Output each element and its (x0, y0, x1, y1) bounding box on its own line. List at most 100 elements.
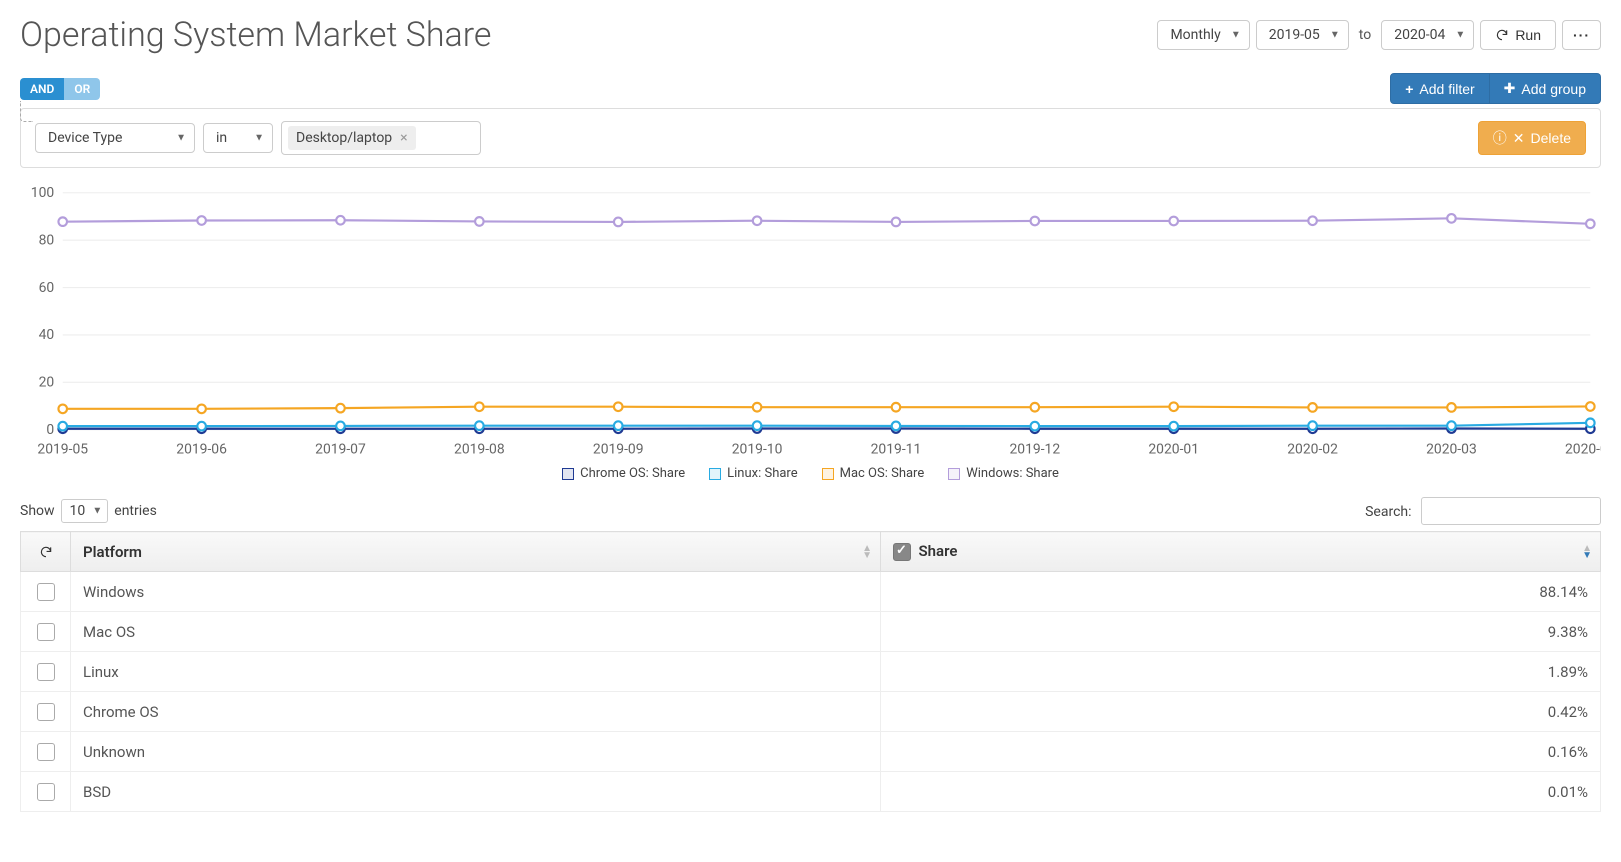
legend-swatch-icon (822, 468, 834, 480)
legend-item[interactable]: Chrome OS: Share (562, 466, 685, 481)
sort-icon: ▲▼ (1582, 545, 1592, 559)
filter-operator-select[interactable]: in ▼ (203, 123, 273, 153)
row-checkbox[interactable] (37, 743, 55, 761)
search-label: Search: (1365, 504, 1411, 520)
date-from-select[interactable]: 2019-05 ▼ (1256, 20, 1349, 50)
svg-text:2020-04: 2020-04 (1565, 441, 1601, 457)
row-checkbox[interactable] (37, 583, 55, 601)
legend-swatch-icon (562, 468, 574, 480)
chevron-down-icon: ▼ (1231, 30, 1241, 41)
add-group-label: Add group (1521, 81, 1586, 97)
share-header-checkbox[interactable] (893, 543, 911, 561)
chart: 0 20 40 60 80 100 2019-05 2019-06 2019-07 2019-08… (20, 182, 1601, 481)
platform-cell: Mac OS (71, 612, 881, 652)
page-size-select[interactable]: 10 ▼ (61, 499, 109, 523)
chevron-down-icon: ▼ (254, 133, 264, 144)
svg-text:2019-11: 2019-11 (871, 441, 922, 457)
svg-text:80: 80 (39, 232, 55, 248)
legend-label: Mac OS: Share (840, 466, 925, 481)
share-cell: 9.38% (881, 612, 1601, 652)
platform-cell: Linux (71, 652, 881, 692)
date-from-value: 2019-05 (1269, 27, 1320, 43)
legend-item[interactable]: Windows: Share (948, 466, 1059, 481)
remove-chip-icon[interactable]: × (400, 130, 407, 146)
refresh-icon (1495, 28, 1509, 42)
page-size-value: 10 (70, 503, 86, 519)
legend-label: Windows: Share (966, 466, 1059, 481)
logic-toggle: AND OR (20, 78, 100, 100)
svg-text:0: 0 (46, 422, 54, 438)
svg-text:2019-06: 2019-06 (176, 441, 227, 457)
filter-dimension-select[interactable]: Device Type ▼ (35, 123, 195, 153)
share-header-label: Share (919, 542, 958, 560)
chevron-down-icon: ▼ (1330, 30, 1340, 41)
table-row: Linux 1.89% (21, 652, 1601, 692)
legend-item[interactable]: Mac OS: Share (822, 466, 925, 481)
add-filter-button[interactable]: + Add filter (1390, 73, 1489, 104)
legend-label: Linux: Share (727, 466, 797, 481)
legend-item[interactable]: Linux: Share (709, 466, 797, 481)
platform-header-label: Platform (83, 543, 142, 561)
row-checkbox[interactable] (37, 783, 55, 801)
delete-label: Delete (1531, 130, 1571, 146)
filter-value-input[interactable]: Desktop/laptop × (281, 121, 481, 155)
filter-chip: Desktop/laptop × (288, 126, 416, 150)
share-column-header[interactable]: Share ▲▼ (881, 532, 1601, 572)
table-row: Unknown 0.16% (21, 732, 1601, 772)
info-icon: ⓘ (1493, 128, 1507, 148)
add-filter-label: Add filter (1419, 81, 1474, 97)
svg-text:2020-02: 2020-02 (1287, 441, 1338, 457)
share-cell: 0.16% (881, 732, 1601, 772)
row-checkbox[interactable] (37, 703, 55, 721)
add-group-button[interactable]: ✚ Add group (1490, 73, 1601, 104)
refresh-column-header[interactable] (21, 532, 71, 572)
svg-text:60: 60 (39, 280, 55, 296)
row-checkbox[interactable] (37, 663, 55, 681)
logic-or-button[interactable]: OR (64, 78, 100, 100)
share-cell: 0.01% (881, 772, 1601, 812)
table-row: Windows 88.14% (21, 572, 1601, 612)
platform-column-header[interactable]: Platform ▲▼ (71, 532, 881, 572)
row-checkbox[interactable] (37, 623, 55, 641)
platform-cell: Windows (71, 572, 881, 612)
svg-text:2019-07: 2019-07 (315, 441, 366, 457)
plus-circle-icon: ✚ (1504, 80, 1516, 97)
legend-swatch-icon (948, 468, 960, 480)
sort-icon: ▲▼ (862, 545, 872, 559)
svg-text:100: 100 (31, 185, 55, 201)
share-cell: 1.89% (881, 652, 1601, 692)
data-table: Platform ▲▼ Share ▲▼ Windows 88.14% Mac … (20, 531, 1601, 812)
run-button[interactable]: Run (1480, 20, 1556, 50)
to-label: to (1355, 27, 1375, 43)
filter-dimension-value: Device Type (48, 130, 122, 146)
date-controls: Monthly ▼ 2019-05 ▼ to 2020-04 ▼ Run ··· (1157, 20, 1601, 50)
svg-text:2019-10: 2019-10 (732, 441, 783, 457)
svg-text:40: 40 (39, 327, 55, 343)
svg-text:2019-09: 2019-09 (593, 441, 644, 457)
delete-filter-button[interactable]: ⓘ ✕ Delete (1478, 121, 1586, 155)
date-to-select[interactable]: 2020-04 ▼ (1381, 20, 1474, 50)
interval-value: Monthly (1170, 27, 1220, 43)
platform-cell: Chrome OS (71, 692, 881, 732)
search-input[interactable] (1421, 497, 1601, 525)
platform-cell: BSD (71, 772, 881, 812)
svg-text:2019-08: 2019-08 (454, 441, 505, 457)
chevron-down-icon: ▼ (1455, 30, 1465, 41)
table-row: Mac OS 9.38% (21, 612, 1601, 652)
entries-label: entries (114, 503, 157, 519)
plus-icon: + (1405, 81, 1413, 97)
chevron-down-icon: ▼ (176, 133, 186, 144)
svg-text:2020-03: 2020-03 (1426, 441, 1477, 457)
filter-chip-label: Desktop/laptop (296, 130, 392, 146)
svg-text:20: 20 (39, 375, 55, 391)
svg-text:2020-01: 2020-01 (1148, 441, 1199, 457)
interval-select[interactable]: Monthly ▼ (1157, 20, 1249, 50)
close-icon: ✕ (1513, 130, 1525, 147)
table-row: BSD 0.01% (21, 772, 1601, 812)
legend-label: Chrome OS: Share (580, 466, 685, 481)
date-to-value: 2020-04 (1394, 27, 1445, 43)
logic-and-button[interactable]: AND (20, 78, 64, 100)
more-button[interactable]: ··· (1562, 20, 1601, 50)
share-cell: 88.14% (881, 572, 1601, 612)
svg-text:2019-05: 2019-05 (37, 441, 88, 457)
